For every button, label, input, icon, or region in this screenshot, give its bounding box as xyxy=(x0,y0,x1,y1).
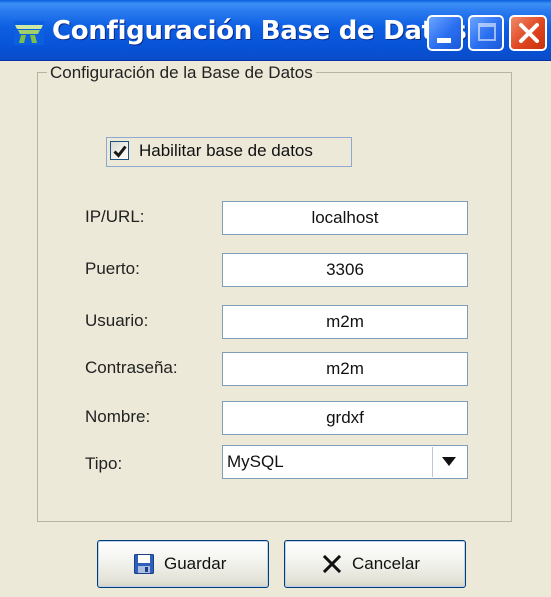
title-bar[interactable]: Configuración Base de Datos xyxy=(0,0,551,61)
x-cancel-icon xyxy=(322,554,342,574)
password-label: Contraseña: xyxy=(85,358,178,377)
enable-database-checkbox[interactable]: Habilitar base de datos xyxy=(106,137,352,167)
close-button[interactable] xyxy=(509,15,547,51)
cancel-button[interactable]: Cancelar xyxy=(284,540,466,588)
ip-label: IP/URL: xyxy=(85,207,145,226)
chevron-down-icon xyxy=(442,457,456,466)
config-dialog: Configuración Base de Datos Configuració… xyxy=(0,0,551,597)
password-input[interactable] xyxy=(222,352,468,386)
dropdown-button[interactable] xyxy=(432,447,466,477)
cancel-label: Cancelar xyxy=(352,554,421,573)
db-type-label: Tipo: xyxy=(85,454,123,473)
app-logo-icon xyxy=(14,21,44,45)
checkbox-box[interactable] xyxy=(110,141,129,160)
dialog-body: Configuración de la Base de Datos Habili… xyxy=(0,61,551,597)
maximize-icon xyxy=(478,23,496,41)
save-label: Guardar xyxy=(164,554,227,573)
user-input[interactable] xyxy=(222,305,468,339)
checkbox-label: Habilitar base de datos xyxy=(139,141,313,160)
group-title: Configuración de la Base de Datos xyxy=(47,63,316,83)
minimize-button[interactable] xyxy=(427,15,463,51)
floppy-disk-icon xyxy=(134,554,154,574)
checkmark-icon xyxy=(113,145,127,158)
ip-url-input[interactable] xyxy=(222,201,468,235)
port-label: Puerto: xyxy=(85,259,140,278)
db-type-value: MySQL xyxy=(227,452,284,471)
maximize-button[interactable] xyxy=(468,15,504,51)
close-icon xyxy=(519,23,539,43)
save-button[interactable]: Guardar xyxy=(97,540,269,588)
db-name-label: Nombre: xyxy=(85,407,151,426)
minimize-icon xyxy=(437,38,451,43)
user-label: Usuario: xyxy=(85,311,149,330)
port-input[interactable] xyxy=(222,253,468,287)
db-type-select[interactable]: MySQL xyxy=(222,445,468,479)
window-title: Configuración Base de Datos xyxy=(52,16,467,46)
db-name-input[interactable] xyxy=(222,401,468,435)
